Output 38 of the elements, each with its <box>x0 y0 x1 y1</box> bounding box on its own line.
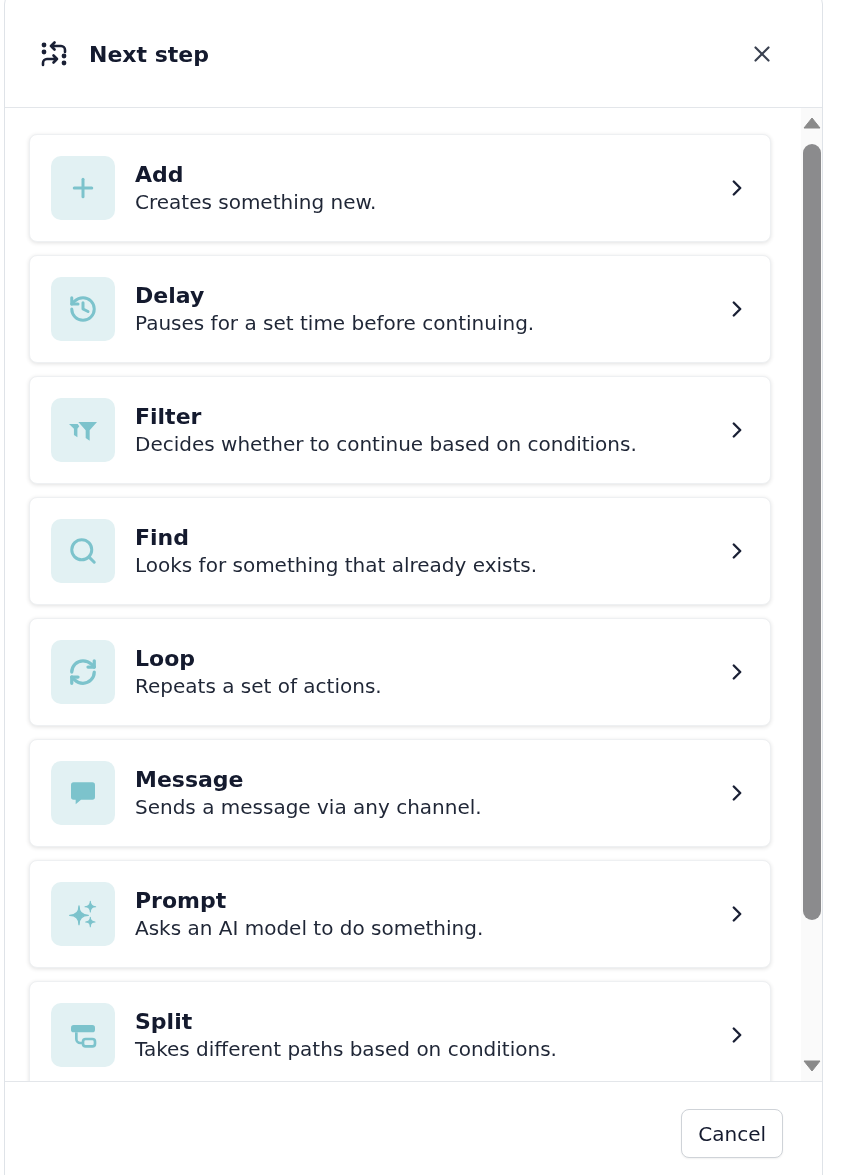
step-description: Looks for something that already exists. <box>135 552 538 578</box>
step-description: Pauses for a set time before continuing. <box>135 310 535 336</box>
step-description: Creates something new. <box>135 189 377 215</box>
sparkles-icon <box>51 882 115 946</box>
chat-bubble-icon <box>51 761 115 825</box>
refresh-arrows-icon <box>51 640 115 704</box>
step-option[interactable]: Find Looks for something that already exists. <box>29 497 771 605</box>
step-description: Sends a message via any channel. <box>135 794 482 820</box>
step-title: Message <box>135 766 244 794</box>
scroll-up-arrow-icon[interactable] <box>802 117 821 129</box>
step-description: Takes different paths based on conditions. <box>135 1036 557 1062</box>
step-description: Decides whether to continue based on conditions. <box>135 431 637 457</box>
step-option[interactable]: Prompt Asks an AI model to do something. <box>29 860 771 968</box>
step-title: Split <box>135 1008 193 1036</box>
scroll-down-arrow-icon[interactable] <box>802 1060 821 1072</box>
step-title: Loop <box>135 645 195 673</box>
step-title: Prompt <box>135 887 227 915</box>
flow-arrows-icon <box>40 41 68 67</box>
step-option[interactable]: Loop Repeats a set of actions. <box>29 618 771 726</box>
step-option[interactable]: Add Creates something new. <box>29 134 771 242</box>
split-path-icon <box>51 1003 115 1067</box>
step-title: Filter <box>135 403 202 431</box>
funnel-icon <box>51 398 115 462</box>
step-title: Delay <box>135 282 205 310</box>
step-title: Add <box>135 161 184 189</box>
step-option[interactable]: Split Takes different paths based on conditions. <box>29 981 771 1081</box>
step-option[interactable]: Filter Decides whether to continue based on conditions. <box>29 376 771 484</box>
dialog-title: Next step <box>89 40 209 69</box>
search-icon <box>51 519 115 583</box>
plus-icon <box>51 156 115 220</box>
step-description: Repeats a set of actions. <box>135 673 382 699</box>
step-description: Asks an AI model to do something. <box>135 915 484 941</box>
clock-history-icon <box>51 277 115 341</box>
step-title: Find <box>135 524 189 552</box>
cancel-button[interactable]: Cancel <box>681 1109 783 1158</box>
step-option[interactable]: Delay Pauses for a set time before continuing. <box>29 255 771 363</box>
step-option[interactable]: Message Sends a message via any channel. <box>29 739 771 847</box>
scrollbar-thumb[interactable] <box>802 144 821 920</box>
